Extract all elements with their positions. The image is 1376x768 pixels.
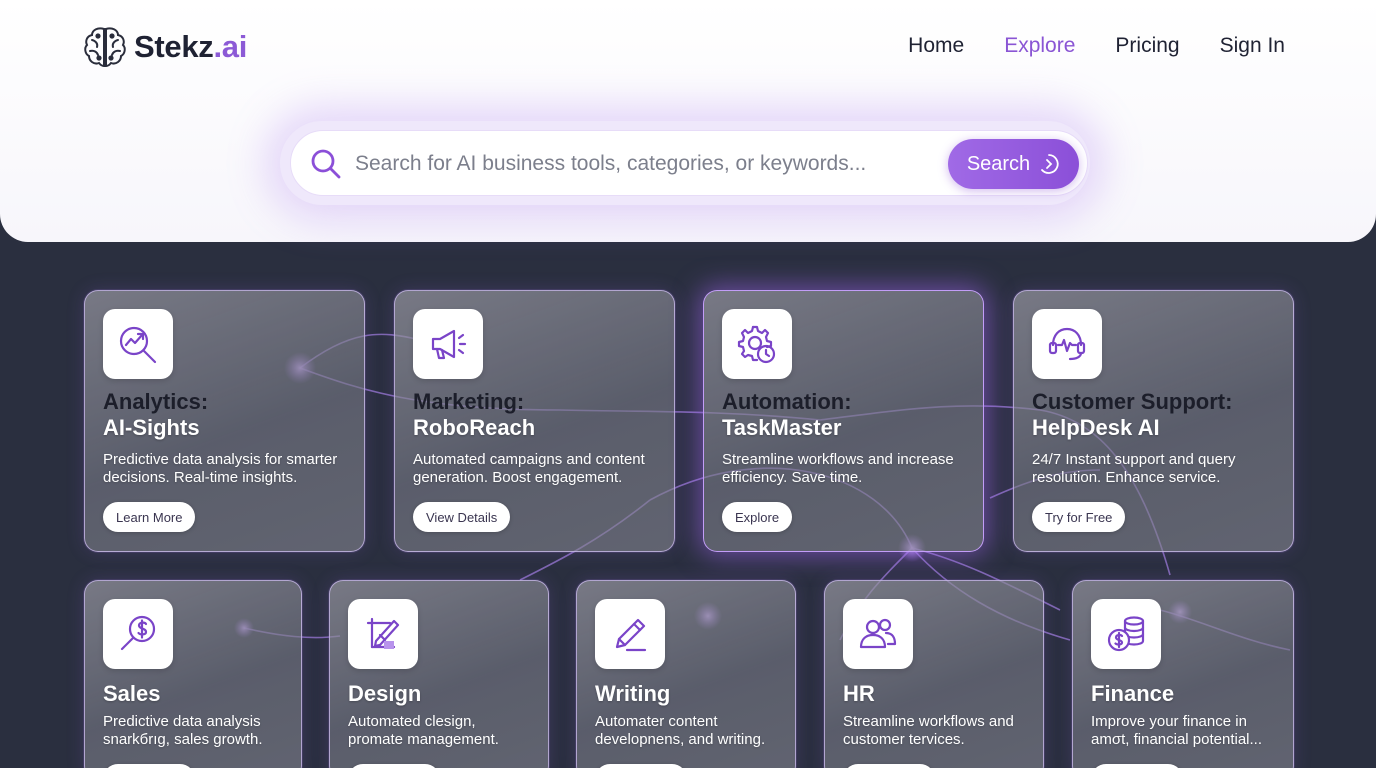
card-description: Predictive data analysis snarkбrıg, sale… (103, 713, 263, 748)
search-bar: Search (290, 130, 1088, 196)
card-icon-box (103, 599, 173, 669)
brand-name: Stekz.ai (134, 29, 248, 64)
analytics-magnifier-icon (119, 326, 157, 364)
tool-card-sales[interactable]: Sales Predictive data analysis snarkбrıg… (84, 580, 302, 768)
card-button[interactable] (595, 764, 687, 768)
card-description: Automater content developnens, and writi… (595, 713, 766, 748)
card-icon-box (348, 599, 418, 669)
explore-button[interactable]: Explore (722, 502, 793, 532)
card-title: Customer Support: HelpDesk AI (1032, 389, 1233, 440)
tool-card-finance[interactable]: Finance Improve your finance in amσt, fi… (1072, 580, 1294, 768)
card-button[interactable] (103, 764, 195, 768)
nav-explore[interactable]: Explore (1004, 34, 1075, 58)
learn-more-button[interactable]: Learn More (103, 502, 196, 532)
card-title: Sales (103, 681, 161, 706)
megaphone-icon (431, 329, 467, 360)
card-icon-box (595, 599, 665, 669)
pencil-icon (615, 618, 647, 652)
tool-card-automation[interactable]: Automation: TaskMaster Streamline workfl… (703, 290, 984, 552)
card-title: Analytics: AI-Sights (103, 389, 209, 440)
nav-home[interactable]: Home (908, 34, 964, 58)
search-button-label: Search (966, 152, 1031, 175)
card-icon-box (413, 309, 483, 379)
design-pencil-icon (366, 617, 400, 649)
card-description: Streamline workflows and increase effici… (722, 451, 954, 486)
dollar-magnifier-icon (120, 615, 156, 651)
tool-card-customer-support[interactable]: Customer Support: HelpDesk AI 24/7 Insta… (1013, 290, 1294, 552)
card-icon-box (103, 309, 173, 379)
people-icon (859, 618, 897, 649)
card-description: Improve your finance in amσt, financial … (1091, 713, 1263, 748)
nav-sign-in[interactable]: Sign In (1220, 34, 1285, 58)
main-nav: Home Explore Pricing Sign In (908, 34, 1285, 58)
nav-pricing[interactable]: Pricing (1115, 34, 1179, 58)
card-title: Marketing: RoboReach (413, 389, 536, 440)
view-details-button[interactable]: View Details (413, 502, 511, 532)
search-icon (311, 149, 341, 179)
card-title: Automation: TaskMaster (722, 389, 852, 440)
card-icon-box (722, 309, 792, 379)
card-icon-box (1091, 599, 1161, 669)
tool-card-design[interactable]: Design Automated clesign, promate manage… (329, 580, 549, 768)
search-button[interactable]: Search (948, 139, 1079, 189)
brain-icon (84, 27, 126, 68)
card-title: Finance (1091, 681, 1175, 706)
card-title: Design (348, 681, 422, 706)
search-input[interactable] (355, 145, 925, 183)
brand-logo[interactable]: Stekz.ai (82, 24, 247, 70)
coins-icon (1107, 616, 1145, 652)
gear-clock-icon (737, 325, 776, 364)
card-description: Predictive data analysis for smarter dec… (103, 451, 338, 486)
card-icon-box (843, 599, 913, 669)
try-for-free-button[interactable]: Try for Free (1032, 502, 1126, 532)
header-panel: Stekz.ai Home Explore Pricing Sign In Se… (0, 0, 1376, 242)
card-description: 24/7 Instant support and query resolutio… (1032, 451, 1236, 486)
card-description: Automated clesign, promate management. (348, 713, 499, 748)
card-button[interactable] (843, 764, 935, 768)
tool-card-hr[interactable]: HR Streamline workflows and customer ter… (824, 580, 1044, 768)
card-button[interactable] (348, 764, 440, 768)
card-description: Automated campaigns and content generati… (413, 451, 645, 486)
card-button[interactable] (1091, 764, 1183, 768)
card-description: Streamline workflows and customer tervic… (843, 713, 1014, 748)
card-title: Writing (595, 681, 671, 706)
headset-icon (1048, 327, 1086, 361)
tool-card-analytics[interactable]: Analytics: AI-Sights Predictive data ana… (84, 290, 365, 552)
tool-card-writing[interactable]: Writing Automater content developnens, a… (576, 580, 796, 768)
arrow-circle-icon (1041, 154, 1059, 174)
tool-card-marketing[interactable]: Marketing: RoboReach Automated campaigns… (394, 290, 675, 552)
card-title: HR (843, 681, 875, 706)
card-icon-box (1032, 309, 1102, 379)
